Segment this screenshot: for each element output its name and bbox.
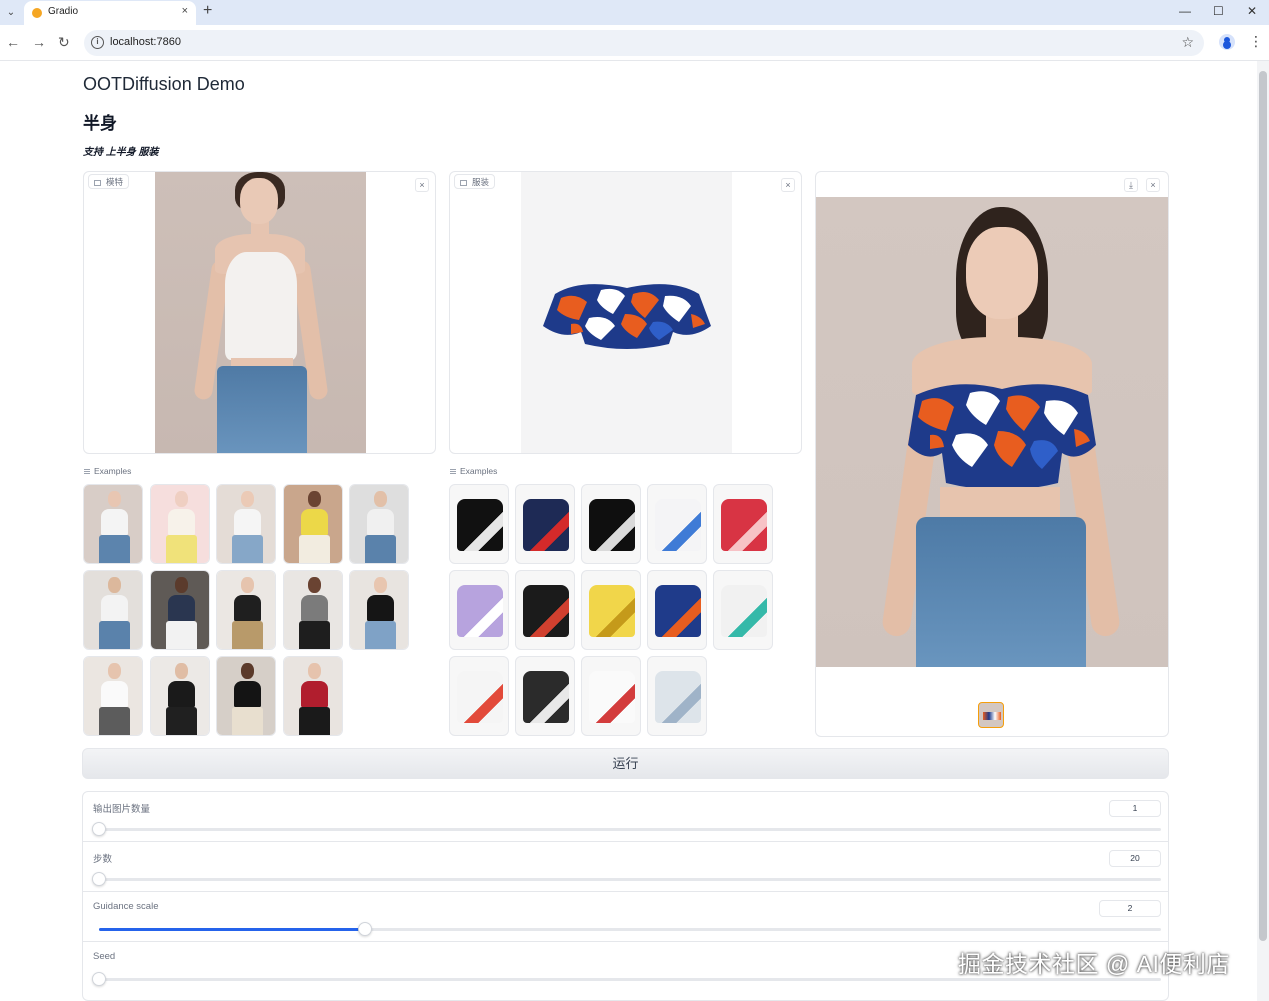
new-tab-button[interactable]: + — [203, 2, 212, 20]
model-examples-label: Examples — [84, 466, 131, 476]
garment-example-thumb[interactable] — [581, 484, 641, 564]
url-text: localhost:7860 — [110, 36, 181, 48]
garment-image-input[interactable]: 服装 × — [449, 171, 802, 454]
section-subtitle: 支持 上半身 服装 — [83, 147, 159, 158]
slider-handle[interactable] — [357, 922, 372, 936]
model-example-thumb[interactable] — [149, 656, 210, 736]
site-info-icon[interactable]: i — [91, 36, 104, 49]
list-icon — [84, 469, 90, 475]
slider-value-input[interactable]: 2 — [1099, 900, 1161, 917]
bookmark-star-icon[interactable]: ☆ — [1181, 34, 1194, 51]
garment-example-thumb[interactable] — [713, 570, 773, 650]
address-bar: ← → ↻ i localhost:7860 ☆ — [0, 25, 1269, 61]
garment-example-thumb[interactable] — [449, 656, 509, 736]
section-title: 半身 — [83, 114, 117, 133]
slider-value-input[interactable]: 20 — [1109, 850, 1161, 867]
maximize-button[interactable]: ☐ — [1213, 4, 1224, 18]
model-photo — [155, 172, 366, 453]
model-example-thumb[interactable] — [216, 656, 276, 736]
model-example-thumb[interactable] — [349, 570, 409, 650]
slider-handle[interactable] — [92, 822, 106, 836]
slider-track[interactable] — [92, 822, 1161, 836]
model-example-thumb[interactable] — [83, 484, 143, 564]
model-example-thumb[interactable] — [216, 484, 276, 564]
model-example-thumb[interactable] — [349, 484, 409, 564]
slider-label: 步数 — [93, 854, 113, 865]
tab-close-icon[interactable]: × — [182, 5, 188, 17]
close-preview-button[interactable]: × — [1146, 178, 1160, 192]
url-field[interactable]: i localhost:7860 ☆ — [84, 30, 1204, 56]
garment-example-thumb[interactable] — [581, 570, 641, 650]
garment-example-thumb[interactable] — [647, 656, 707, 736]
steps-slider: 步数 20 — [83, 842, 1168, 892]
image-icon — [94, 179, 101, 186]
guidance-scale-slider: Guidance scale 2 — [83, 892, 1168, 942]
slider-track[interactable] — [92, 872, 1161, 886]
app-title: OOTDiffusion Demo — [83, 74, 245, 94]
garment-example-thumb[interactable] — [515, 570, 575, 650]
model-example-thumb[interactable] — [149, 570, 210, 650]
slider-label: Seed — [93, 951, 116, 962]
slider-track[interactable] — [99, 922, 1161, 936]
page-scrollbar[interactable] — [1257, 61, 1269, 1001]
off-shoulder-top-garment — [543, 284, 711, 349]
browser-tab[interactable]: Gradio × — [24, 1, 196, 25]
profile-icon[interactable] — [1219, 34, 1235, 50]
slider-label: 输出图片数量 — [93, 804, 151, 815]
model-example-thumb[interactable] — [282, 484, 343, 564]
list-icon — [450, 469, 456, 475]
slider-handle[interactable] — [92, 872, 106, 886]
num-images-slider: 输出图片数量 1 — [83, 792, 1168, 842]
image-icon — [460, 179, 467, 186]
model-example-thumb[interactable] — [149, 484, 210, 564]
result-garment — [908, 384, 1096, 490]
browser-tab-bar: ⌄ Gradio × + — ☐ ✕ — [0, 0, 1269, 25]
model-example-thumb[interactable] — [83, 570, 143, 650]
run-button[interactable]: 运行 — [82, 748, 1169, 779]
result-gallery[interactable]: ⤓ × — [815, 171, 1169, 737]
scrollbar-thumb[interactable] — [1259, 71, 1267, 941]
garment-example-thumb[interactable] — [647, 484, 707, 564]
tab-search-chevron-icon[interactable]: ⌄ — [0, 0, 22, 25]
model-label: 模特 — [88, 174, 130, 189]
garment-example-thumb[interactable] — [515, 656, 575, 736]
reload-icon[interactable]: ↻ — [58, 34, 70, 51]
slider-value-input[interactable]: 1 — [1109, 800, 1161, 817]
watermark-text: 掘金技术社区 @ AI便利店 — [958, 951, 1230, 977]
back-arrow-icon[interactable]: ← — [6, 34, 20, 50]
browser-menu-icon[interactable]: ⋮ — [1249, 33, 1263, 50]
garment-example-thumb[interactable] — [515, 484, 575, 564]
model-image-input[interactable]: 模特 × — [83, 171, 436, 454]
garment-example-thumb[interactable] — [449, 484, 509, 564]
model-example-thumb[interactable] — [216, 570, 276, 650]
slider-handle[interactable] — [92, 972, 106, 986]
model-example-thumb[interactable] — [83, 656, 143, 736]
garment-examples-label: Examples — [450, 466, 497, 476]
download-button[interactable]: ⤓ — [1124, 178, 1138, 192]
forward-arrow-icon[interactable]: → — [32, 34, 46, 50]
garment-example-thumb[interactable] — [713, 484, 773, 564]
result-thumbnail[interactable] — [978, 702, 1004, 728]
garment-example-thumb[interactable] — [449, 570, 509, 650]
gradio-favicon-icon — [32, 8, 42, 18]
clear-model-button[interactable]: × — [415, 178, 429, 192]
close-window-button[interactable]: ✕ — [1247, 4, 1257, 18]
model-example-thumb[interactable] — [282, 656, 343, 736]
slider-label: Guidance scale — [93, 901, 159, 912]
result-image[interactable] — [816, 197, 1168, 667]
tab-title: Gradio — [48, 6, 79, 17]
model-example-thumb[interactable] — [282, 570, 343, 650]
clear-garment-button[interactable]: × — [781, 178, 795, 192]
garment-example-thumb[interactable] — [581, 656, 641, 736]
minimize-button[interactable]: — — [1179, 4, 1191, 18]
garment-photo — [521, 172, 732, 453]
garment-example-thumb[interactable] — [647, 570, 707, 650]
garment-label: 服装 — [454, 174, 496, 189]
